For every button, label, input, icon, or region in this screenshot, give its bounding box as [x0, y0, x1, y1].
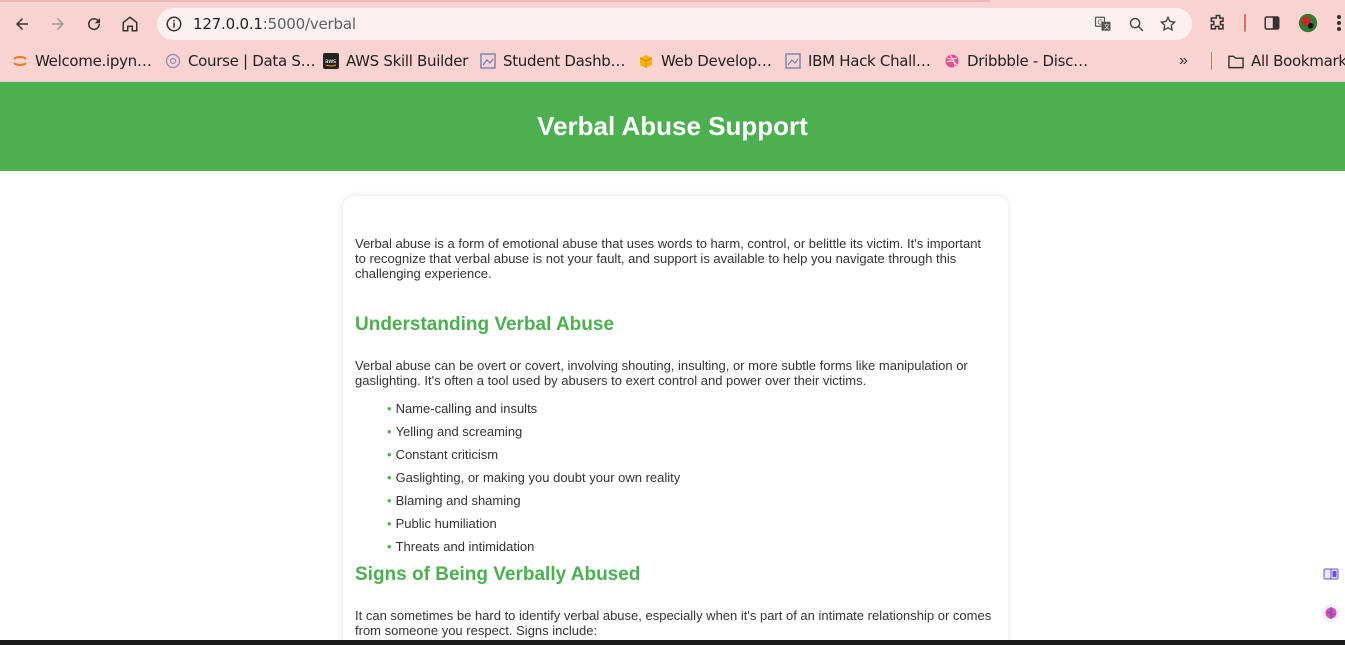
site-info-icon[interactable]	[165, 15, 183, 33]
bookmark-label: Student Dashb…	[503, 52, 626, 70]
home-icon	[122, 16, 138, 32]
bookmark-label: Web Develop…	[661, 52, 772, 70]
profile-avatar-icon[interactable]	[1297, 12, 1319, 34]
home-button[interactable]	[116, 10, 144, 38]
course-icon	[165, 53, 181, 69]
bookmarks-separator	[1211, 52, 1212, 70]
abuse-types-list: • Name-calling and insults • Yelling and s…	[355, 401, 995, 562]
section-heading-signs: Signs of Being Verbally Abused	[355, 564, 641, 585]
bottom-edge	[0, 640, 1345, 645]
bullet-icon: •	[387, 401, 392, 416]
bookmark-ibm-hack[interactable]: IBM Hack Chall…	[785, 50, 931, 72]
bookmarks-overflow-button[interactable]: »	[1179, 52, 1199, 72]
back-button[interactable]	[8, 10, 36, 38]
translate-icon[interactable]: G文	[1093, 14, 1113, 34]
list-item: • Public humiliation	[387, 516, 497, 531]
loading-bar	[0, 0, 990, 2]
forward-arrow-icon	[52, 18, 64, 30]
all-bookmarks-button[interactable]: All Bookmarks	[1228, 50, 1345, 72]
back-arrow-icon	[16, 18, 28, 30]
bullet-icon: •	[387, 447, 392, 462]
reload-icon	[88, 18, 101, 31]
bookmark-welcome[interactable]: Welcome.ipyn…	[12, 50, 152, 72]
list-item: • Constant criticism	[387, 447, 499, 462]
content-card: Verbal abuse is a form of emotional abus…	[343, 196, 1008, 645]
browser-chrome: 127.0.0.1:5000/verbal G文 Welcome.ipyn… C…	[0, 0, 1345, 82]
folder-icon	[1228, 53, 1244, 69]
side-panel-icon[interactable]	[1261, 12, 1283, 34]
bookmark-label: Course | Data S…	[188, 52, 316, 70]
intro-paragraph: Verbal abuse is a form of emotional abus…	[355, 236, 982, 281]
bookmark-label: Dribbble - Disc…	[967, 52, 1088, 70]
bookmarks-bar: Welcome.ipyn… Course | Data S… aws AWS S…	[0, 48, 1345, 74]
dribbble-icon	[944, 53, 960, 69]
box-icon	[638, 53, 654, 69]
brain-extension-icon[interactable]	[1319, 601, 1343, 625]
url-host: 127.0.0.1	[193, 15, 263, 33]
bookmark-web-develop[interactable]: Web Develop…	[638, 50, 772, 72]
bookmark-aws[interactable]: aws AWS Skill Builder	[323, 50, 468, 72]
aws-icon: aws	[323, 53, 339, 69]
list-item: • Blaming and shaming	[387, 493, 521, 508]
list-item: • Name-calling and insults	[387, 401, 538, 416]
list-item: • Gaslighting, or making you doubt your o…	[387, 470, 681, 485]
bookmark-label: Welcome.ipyn…	[35, 52, 152, 70]
bullet-icon: •	[387, 470, 392, 485]
bookmark-dribbble[interactable]: Dribbble - Disc…	[944, 50, 1088, 72]
bullet-icon: •	[387, 539, 392, 554]
reload-button[interactable]	[80, 10, 108, 38]
list-item: • Threats and intimidation	[387, 539, 535, 554]
bookmark-label: AWS Skill Builder	[346, 52, 468, 70]
menu-dots-icon[interactable]	[1333, 12, 1345, 34]
bullet-icon: •	[387, 516, 392, 531]
address-bar[interactable]: 127.0.0.1:5000/verbal G文	[157, 8, 1192, 40]
understanding-paragraph: Verbal abuse can be overt or covert, inv…	[355, 358, 968, 388]
url-path: :5000/verbal	[262, 15, 356, 33]
bullet-icon: •	[387, 493, 392, 508]
extensions-icon[interactable]	[1207, 12, 1229, 34]
all-bookmarks-label: All Bookmarks	[1251, 52, 1345, 70]
broken-image-icon	[480, 53, 496, 69]
bullet-icon: •	[387, 424, 392, 439]
bookmark-course[interactable]: Course | Data S…	[165, 50, 316, 72]
section-heading-understanding: Understanding Verbal Abuse	[355, 314, 615, 335]
list-item: • Yelling and screaming	[387, 424, 523, 439]
jupyter-icon	[12, 53, 28, 69]
bookmark-star-icon[interactable]	[1158, 14, 1178, 34]
forward-button[interactable]	[44, 10, 72, 38]
site-header: Verbal Abuse Support	[0, 82, 1345, 171]
svg-text:aws: aws	[325, 58, 336, 65]
signs-paragraph: It can sometimes be hard to identify ver…	[355, 608, 992, 638]
page-title: Verbal Abuse Support	[537, 111, 808, 141]
broken-image-icon	[785, 53, 801, 69]
toolbar-separator	[1244, 14, 1246, 32]
bookmark-student-dashboard[interactable]: Student Dashb…	[480, 50, 626, 72]
reader-extension-icon[interactable]	[1319, 562, 1343, 586]
svg-text:文: 文	[1104, 23, 1110, 31]
zoom-icon[interactable]	[1126, 14, 1146, 34]
content-body: Verbal abuse is a form of emotional abus…	[355, 236, 995, 638]
url-text[interactable]: 127.0.0.1:5000/verbal	[193, 15, 356, 33]
bookmark-label: IBM Hack Chall…	[808, 52, 931, 70]
